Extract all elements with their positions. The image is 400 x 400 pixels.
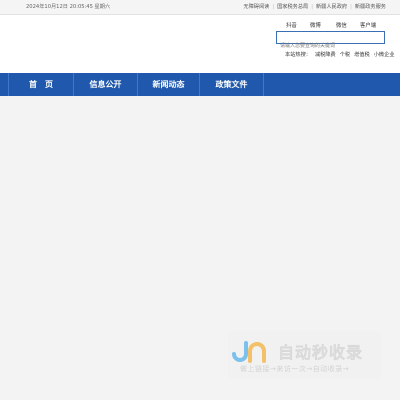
current-datetime: 2024年10月12日 20:05:45 星期六	[26, 4, 111, 10]
link-accessible-reading[interactable]: 无障碍阅读	[243, 4, 269, 10]
watermark-subtitle: 做上链接→来访一次→自动收录→	[240, 365, 350, 373]
search-box	[276, 31, 385, 52]
nav-info-disclosure[interactable]: 信息公开	[74, 73, 138, 96]
nav-policy-documents[interactable]: 政策文件	[200, 73, 264, 96]
hot-keyword[interactable]: 小微企业	[374, 52, 395, 58]
hot-keyword[interactable]: 增值税	[354, 52, 370, 58]
link-xinjiang-government[interactable]: 新疆人民政府	[316, 4, 347, 10]
hot-keyword[interactable]: 减税降费	[315, 52, 336, 58]
link-separator: |	[350, 4, 352, 10]
social-wechat[interactable]: 微信	[336, 21, 347, 29]
nav-news[interactable]: 新闻动态	[138, 73, 200, 96]
link-state-tax-admin[interactable]: 国家税务总局	[277, 4, 308, 10]
watermark-title: 自动秒收录	[278, 343, 364, 362]
top-bar: 2024年10月12日 20:05:45 星期六 无障碍阅读 | 国家税务总局 | 新疆…	[0, 0, 400, 15]
link-xinjiang-gov-service[interactable]: 新疆政务服务	[355, 4, 386, 10]
hot-keyword[interactable]: 个税	[340, 52, 350, 58]
watermark-banner: 自动秒收录 做上链接→来访一次→自动收录→	[228, 331, 382, 379]
link-separator: |	[272, 4, 275, 10]
main-nav: 首 页 信息公开 新闻动态 政策文件	[0, 73, 400, 96]
watermark-logo-icon	[232, 341, 266, 363]
hot-search: 本站热搜： 减税降费 个税 增值税 小微企业	[285, 51, 394, 58]
link-separator: |	[311, 4, 313, 10]
social-douyin[interactable]: 抖音	[286, 21, 297, 29]
top-links: 无障碍阅读 | 国家税务总局 | 新疆人民政府 | 新疆政务服务	[243, 3, 386, 10]
social-client-app[interactable]: 客户端	[360, 21, 376, 29]
nav-home[interactable]: 首 页	[9, 73, 74, 96]
social-links: 抖音 微博 微信 客户端	[280, 21, 390, 31]
hot-search-label: 本站热搜：	[285, 52, 311, 58]
social-weibo[interactable]: 微博	[310, 21, 321, 29]
search-input[interactable]	[277, 40, 384, 52]
site-header: 抖音 微博 微信 客户端 本站热搜： 减税降费个税增值税小微企业	[0, 15, 400, 73]
